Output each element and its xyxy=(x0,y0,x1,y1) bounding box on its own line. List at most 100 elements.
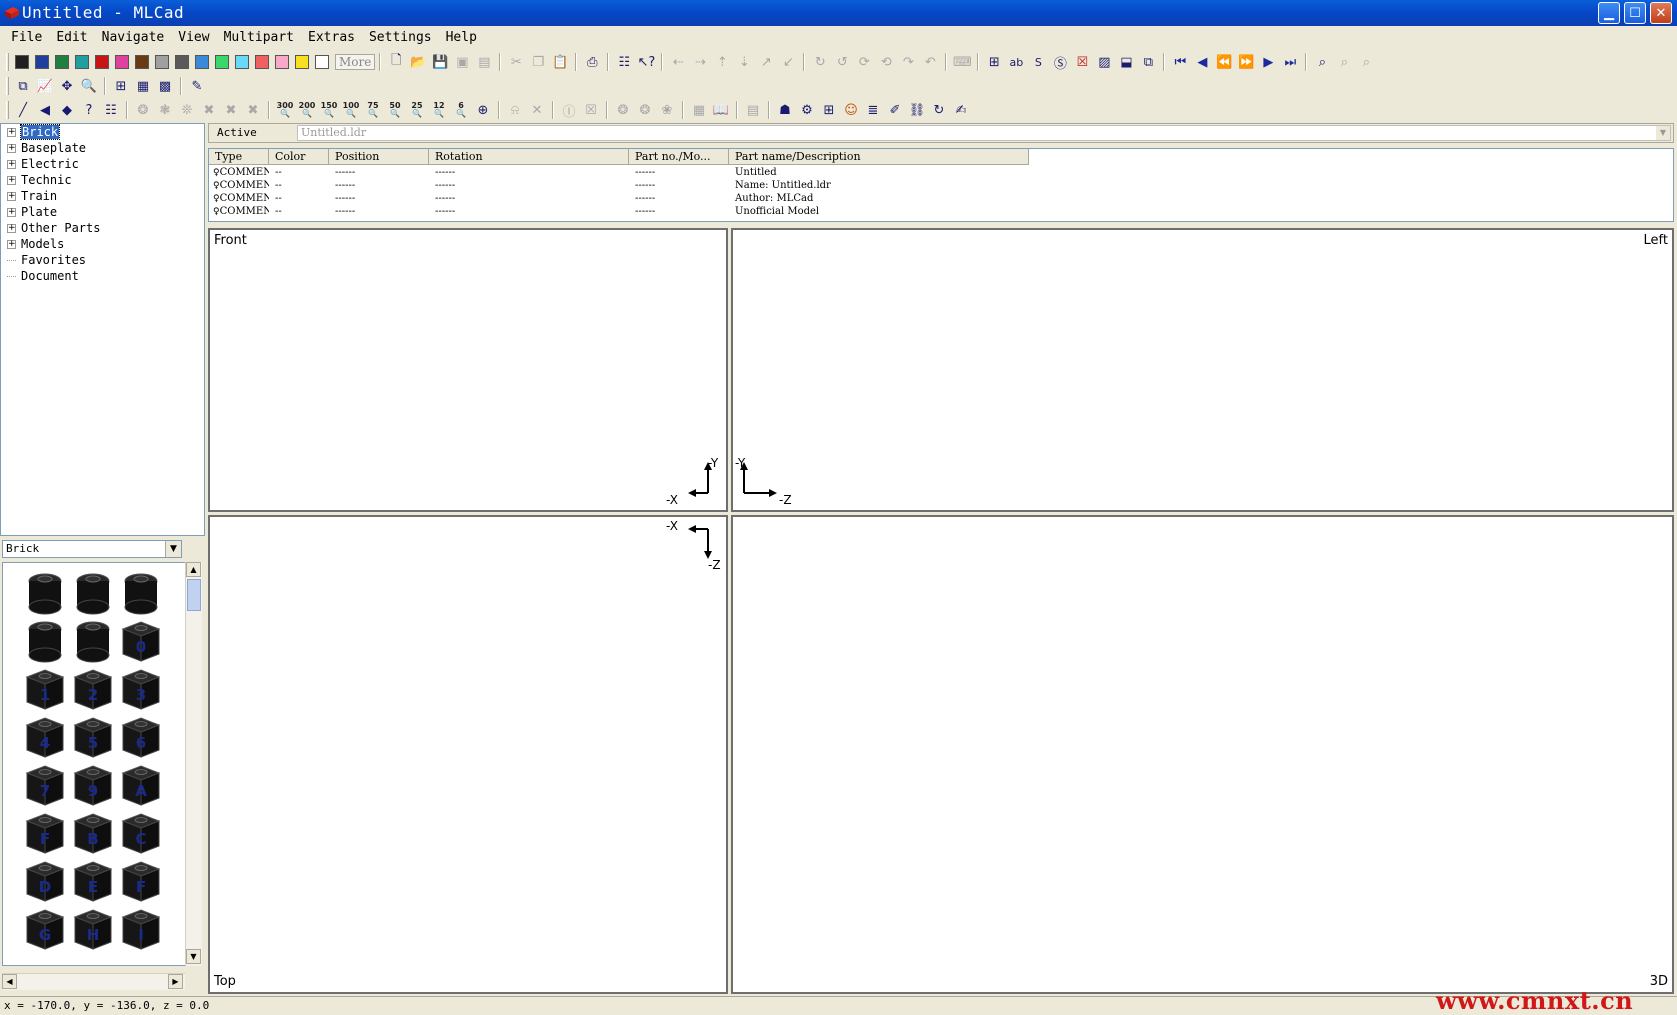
paste-icon[interactable]: 📋 xyxy=(549,51,571,73)
zoom-100-button[interactable]: 100 🔍 xyxy=(340,99,362,121)
active-model-select[interactable]: Untitled.ldr ▼ xyxy=(297,125,1671,141)
next-step-icon[interactable]: ▶ xyxy=(1257,51,1279,73)
minifig-base-icon[interactable]: ☗ xyxy=(774,99,796,121)
save-icon[interactable]: 💾 xyxy=(429,51,451,73)
color-swatch[interactable] xyxy=(15,55,29,69)
minimize-button[interactable]: ▁ xyxy=(1598,2,1620,24)
rotate-y-plus-icon[interactable]: ⟳ xyxy=(853,51,875,73)
grid-icon[interactable]: ▦ xyxy=(132,75,154,97)
spring-icon[interactable]: ⊞ xyxy=(818,99,840,121)
brick-part-thumbnail[interactable]: 4 xyxy=(25,715,65,759)
brick-part-thumbnail[interactable]: 1 xyxy=(25,667,65,711)
viewport-left[interactable]: Left -Y -Z xyxy=(731,228,1674,512)
move-back-icon[interactable]: ↙ xyxy=(777,51,799,73)
menu-edit[interactable]: Edit xyxy=(49,30,94,45)
brick-part-thumbnail[interactable]: 5 xyxy=(73,715,113,759)
rewind-icon[interactable]: ⏪ xyxy=(1213,51,1235,73)
scroll-down-icon[interactable]: ▼ xyxy=(186,949,201,964)
table-row[interactable]: ♀COMMENT--------------------Untitled xyxy=(209,166,1029,179)
brush-icon[interactable]: ✍ xyxy=(950,99,972,121)
color-swatch[interactable] xyxy=(195,55,209,69)
shaded-icon[interactable]: ◀ xyxy=(34,99,56,121)
color-swatch[interactable] xyxy=(255,55,269,69)
hose-icon[interactable]: ≣ xyxy=(862,99,884,121)
brick-part-thumbnail[interactable]: 7 xyxy=(25,763,65,807)
zoom-view-icon[interactable]: 🔍 xyxy=(78,75,100,97)
last-step-icon[interactable]: ⏭ xyxy=(1279,51,1301,73)
move-right-icon[interactable]: ⇢ xyxy=(689,51,711,73)
tree-item[interactable]: Document xyxy=(1,268,204,284)
brick-part-thumbnail[interactable]: H xyxy=(73,907,113,951)
brick-part-thumbnail[interactable]: I xyxy=(121,907,161,951)
parts-horizontal-scrollbar[interactable]: ◀ ▶ xyxy=(2,973,185,990)
zoom-50-button[interactable]: 50 🔍 xyxy=(384,99,406,121)
open-folder-icon[interactable]: 📂 xyxy=(407,51,429,73)
expand-plus-icon[interactable]: + xyxy=(7,239,16,249)
expand-plus-icon[interactable]: + xyxy=(7,143,16,153)
rotate-x-plus-icon[interactable]: ↻ xyxy=(809,51,831,73)
viewport-front[interactable]: Front -Y -X xyxy=(208,228,728,512)
move-view-icon[interactable]: ✥ xyxy=(56,75,78,97)
view-single-icon[interactable]: ⧉ xyxy=(12,75,34,97)
light-bulb-icon[interactable]: ❂ xyxy=(612,99,634,121)
expand-plus-icon[interactable]: + xyxy=(7,191,16,201)
light-multi-icon[interactable]: ❀ xyxy=(656,99,678,121)
menu-view[interactable]: View xyxy=(171,30,216,45)
color-swatch[interactable] xyxy=(155,55,169,69)
part-info-icon[interactable]: ? xyxy=(78,99,100,121)
previous-step-icon[interactable]: ◀ xyxy=(1191,51,1213,73)
pen-settings-icon[interactable]: ✎ xyxy=(186,75,208,97)
copy-icon[interactable]: ❐ xyxy=(527,51,549,73)
brick-part-thumbnail[interactable] xyxy=(25,619,65,663)
table-row[interactable]: ♀COMMENT--------------------Name: Untitl… xyxy=(209,179,1029,192)
tree-item[interactable]: + Other Parts xyxy=(1,220,204,236)
chevron-down-icon[interactable]: ▼ xyxy=(165,541,181,557)
ghost-icon[interactable]: ⧉ xyxy=(1137,51,1159,73)
parts-vertical-scrollbar[interactable]: ▲ ▼ xyxy=(185,562,202,966)
chevron-down-icon[interactable]: ▼ xyxy=(1656,126,1670,140)
brick-part-thumbnail[interactable]: 6 xyxy=(121,715,161,759)
rotate-tool-icon[interactable]: ↻ xyxy=(928,99,950,121)
color-swatch[interactable] xyxy=(295,55,309,69)
background-icon[interactable]: ▨ xyxy=(1093,51,1115,73)
hide-x-icon[interactable]: ☒ xyxy=(580,99,602,121)
cross-icon[interactable]: ✕ xyxy=(526,99,548,121)
tree-item[interactable]: + Electric xyxy=(1,156,204,172)
minifig-head-icon[interactable]: ☺ xyxy=(840,99,862,121)
library-icon[interactable]: 📖 xyxy=(710,99,732,121)
tree-item[interactable]: + Train xyxy=(1,188,204,204)
rotate-part-icon[interactable]: ❂ xyxy=(132,99,154,121)
mirror-part-icon[interactable]: ❃ xyxy=(154,99,176,121)
brick-part-thumbnail[interactable]: E xyxy=(73,859,113,903)
find-part-icon[interactable]: ⌕ xyxy=(1311,51,1333,73)
rotate-y-minus-icon[interactable]: ⟲ xyxy=(875,51,897,73)
step-icon[interactable]: S xyxy=(1027,51,1049,73)
rotate-x-minus-icon[interactable]: ↺ xyxy=(831,51,853,73)
color-swatch[interactable] xyxy=(275,55,289,69)
expand-plus-icon[interactable]: + xyxy=(7,175,16,185)
brick-part-thumbnail[interactable] xyxy=(25,571,65,615)
gear-generator-icon[interactable]: ⚙ xyxy=(796,99,818,121)
brick-part-thumbnail[interactable]: 3 xyxy=(121,667,161,711)
close-button[interactable]: ✕ xyxy=(1650,2,1672,24)
color-swatch[interactable] xyxy=(235,55,249,69)
model-list-grid[interactable]: Type Color Position Rotation Part no./Mo… xyxy=(208,148,1674,222)
viewport-3d[interactable]: 3D xyxy=(731,515,1674,994)
maximize-button[interactable]: ☐ xyxy=(1624,2,1646,24)
rotate-z-minus-icon[interactable]: ↶ xyxy=(919,51,941,73)
zoom-12-button[interactable]: 12 🔍 xyxy=(428,99,450,121)
zoom-150-button[interactable]: 150 🔍 xyxy=(318,99,340,121)
table-row[interactable]: ♀COMMENT--------------------Author: MLCa… xyxy=(209,192,1029,205)
menu-settings[interactable]: Settings xyxy=(362,30,439,45)
chart-view-icon[interactable]: 📈 xyxy=(34,75,56,97)
film-icon[interactable]: ▤ xyxy=(742,99,764,121)
column-header-part-name[interactable]: Part name/Description xyxy=(729,149,1029,164)
edit-text-icon[interactable]: ab xyxy=(1005,51,1027,73)
viewport-top[interactable]: Top -X -Z xyxy=(208,515,728,994)
menu-navigate[interactable]: Navigate xyxy=(95,30,172,45)
brick-part-thumbnail[interactable]: F xyxy=(121,859,161,903)
column-header-rotation[interactable]: Rotation xyxy=(429,149,629,164)
cable-icon[interactable]: ✐ xyxy=(884,99,906,121)
color-swatch[interactable] xyxy=(115,55,129,69)
tree-item[interactable]: + Baseplate xyxy=(1,140,204,156)
